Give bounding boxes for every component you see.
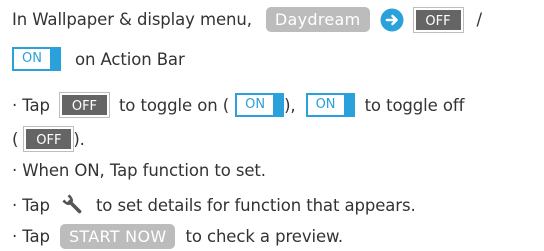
bullet-4-line: · Tap START NOW to check a preview. xyxy=(12,224,343,249)
on-switch-chip: ON xyxy=(12,47,61,71)
on-switch-label: ON xyxy=(22,51,42,66)
intro-line-2: ON on Action Bar xyxy=(12,47,185,71)
slash-separator: / xyxy=(476,10,483,29)
off-switch-chip: OFF xyxy=(58,92,110,118)
bullet-1-tap: · Tap xyxy=(12,95,50,115)
bullet-3-tap: · Tap xyxy=(12,195,50,215)
off-switch-chip: OFF xyxy=(23,126,75,152)
bullet-4-tap: · Tap xyxy=(12,227,50,246)
bullet-4-text: to check a preview. xyxy=(185,227,344,246)
on-switch-knob xyxy=(273,95,283,115)
bullet-1-open-paren: ( xyxy=(12,129,19,149)
on-switch-knob xyxy=(343,95,353,115)
bullet-1-toggle-off: to toggle off xyxy=(364,95,465,115)
on-switch-chip: ON xyxy=(305,93,355,117)
on-switch-knob xyxy=(50,49,59,69)
bullet-1-line-2: ( OFF ). xyxy=(12,126,85,152)
bullet-1-toggle-on: to toggle on ( xyxy=(118,95,230,115)
daydream-pill: Daydream xyxy=(265,7,370,32)
bullet-2-line: · When ON, Tap function to set. xyxy=(12,161,266,180)
intro-line-1: In Wallpaper & display menu, Daydream OF… xyxy=(12,6,483,33)
start-now-pill: START NOW xyxy=(59,224,176,249)
instruction-page: In Wallpaper & display menu, Daydream OF… xyxy=(0,0,544,251)
intro-text: In Wallpaper & display menu, xyxy=(12,10,252,29)
arrow-right-circle-icon xyxy=(380,8,403,31)
on-switch-chip: ON xyxy=(235,93,285,117)
bullet-1-line-1: · Tap OFF to toggle on ( ON ), ON to tog… xyxy=(12,92,465,118)
action-bar-text: on Action Bar xyxy=(75,49,185,69)
off-switch-chip: OFF xyxy=(412,6,464,33)
bullet-3-line: · Tap to set details for function that a… xyxy=(12,192,416,218)
on-switch-label: ON xyxy=(315,97,336,112)
on-switch-label: ON xyxy=(245,97,266,112)
bullet-1-end: ). xyxy=(73,129,85,149)
wrench-icon xyxy=(62,194,82,214)
bullet-2-text: · When ON, Tap function to set. xyxy=(12,161,266,180)
bullet-3-text: to set details for function that appears… xyxy=(95,195,416,215)
bullet-1-close: ), xyxy=(284,95,296,115)
